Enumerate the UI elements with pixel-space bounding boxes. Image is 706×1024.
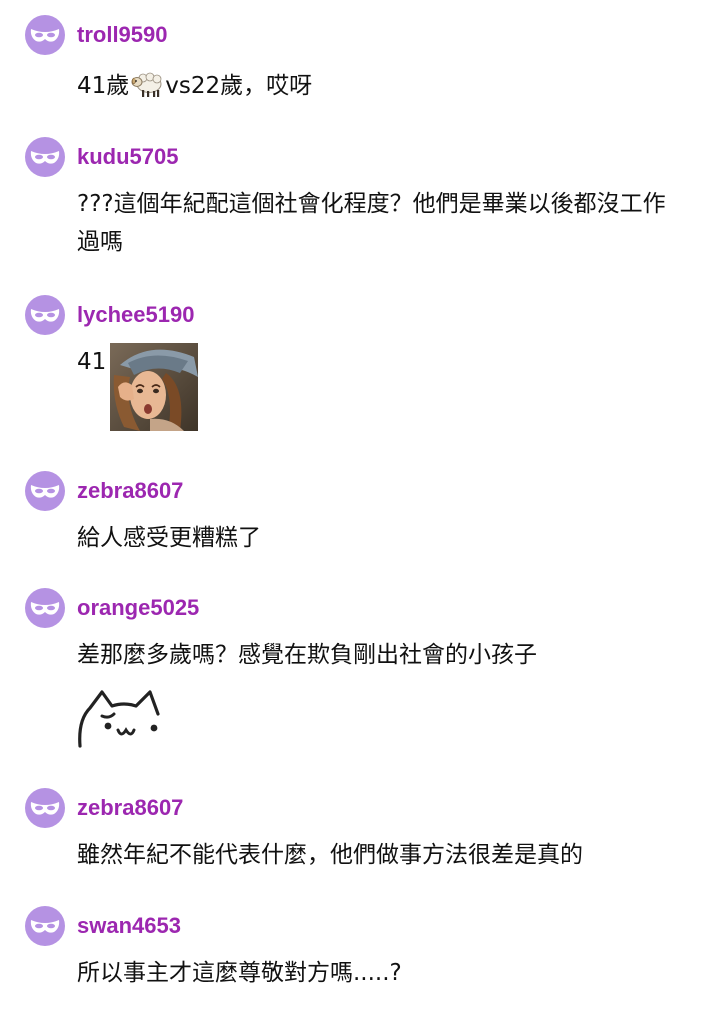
- avatar[interactable]: [25, 295, 65, 335]
- username[interactable]: kudu5705: [77, 143, 179, 171]
- comment-text: 41歲 vs22歲，哎呀: [77, 67, 682, 105]
- username[interactable]: zebra8607: [77, 477, 183, 505]
- username[interactable]: orange5025: [77, 594, 199, 622]
- comment-text: 所以事主才這麼尊敬對方嗎.....?: [77, 960, 402, 986]
- avatar[interactable]: [25, 588, 65, 628]
- mask-icon: [30, 29, 60, 42]
- comment-text-part: vs22歲，哎呀: [165, 73, 313, 99]
- mask-icon: [30, 602, 60, 615]
- username[interactable]: swan4653: [77, 912, 181, 940]
- cat-doodle-sticker[interactable]: [78, 686, 168, 750]
- comment-text: ???這個年紀配這個社會化程度？他們是畢業以後都沒工作過嗎: [77, 191, 666, 255]
- avatar[interactable]: [25, 471, 65, 511]
- avatar[interactable]: [25, 137, 65, 177]
- avatar[interactable]: [25, 15, 65, 55]
- mask-icon: [30, 802, 60, 815]
- avatar[interactable]: [25, 906, 65, 946]
- username[interactable]: lychee5190: [77, 301, 194, 329]
- comment-text: 給人感受更糟糕了: [77, 525, 261, 551]
- shocked-painting-sticker[interactable]: [110, 343, 198, 431]
- avatar[interactable]: [25, 788, 65, 828]
- mask-icon: [30, 920, 60, 933]
- mask-icon: [30, 309, 60, 322]
- mask-icon: [30, 485, 60, 498]
- comment-text-part: 41歲: [77, 73, 130, 99]
- username[interactable]: zebra8607: [77, 794, 183, 822]
- comment-text: 雖然年紀不能代表什麼，他們做事方法很差是真的: [77, 842, 583, 868]
- mask-icon: [30, 151, 60, 164]
- comment-text: 差那麼多歲嗎？感覺在欺負剛出社會的小孩子: [77, 642, 537, 668]
- sheep-emoji: [131, 72, 162, 97]
- username[interactable]: troll9590: [77, 21, 168, 49]
